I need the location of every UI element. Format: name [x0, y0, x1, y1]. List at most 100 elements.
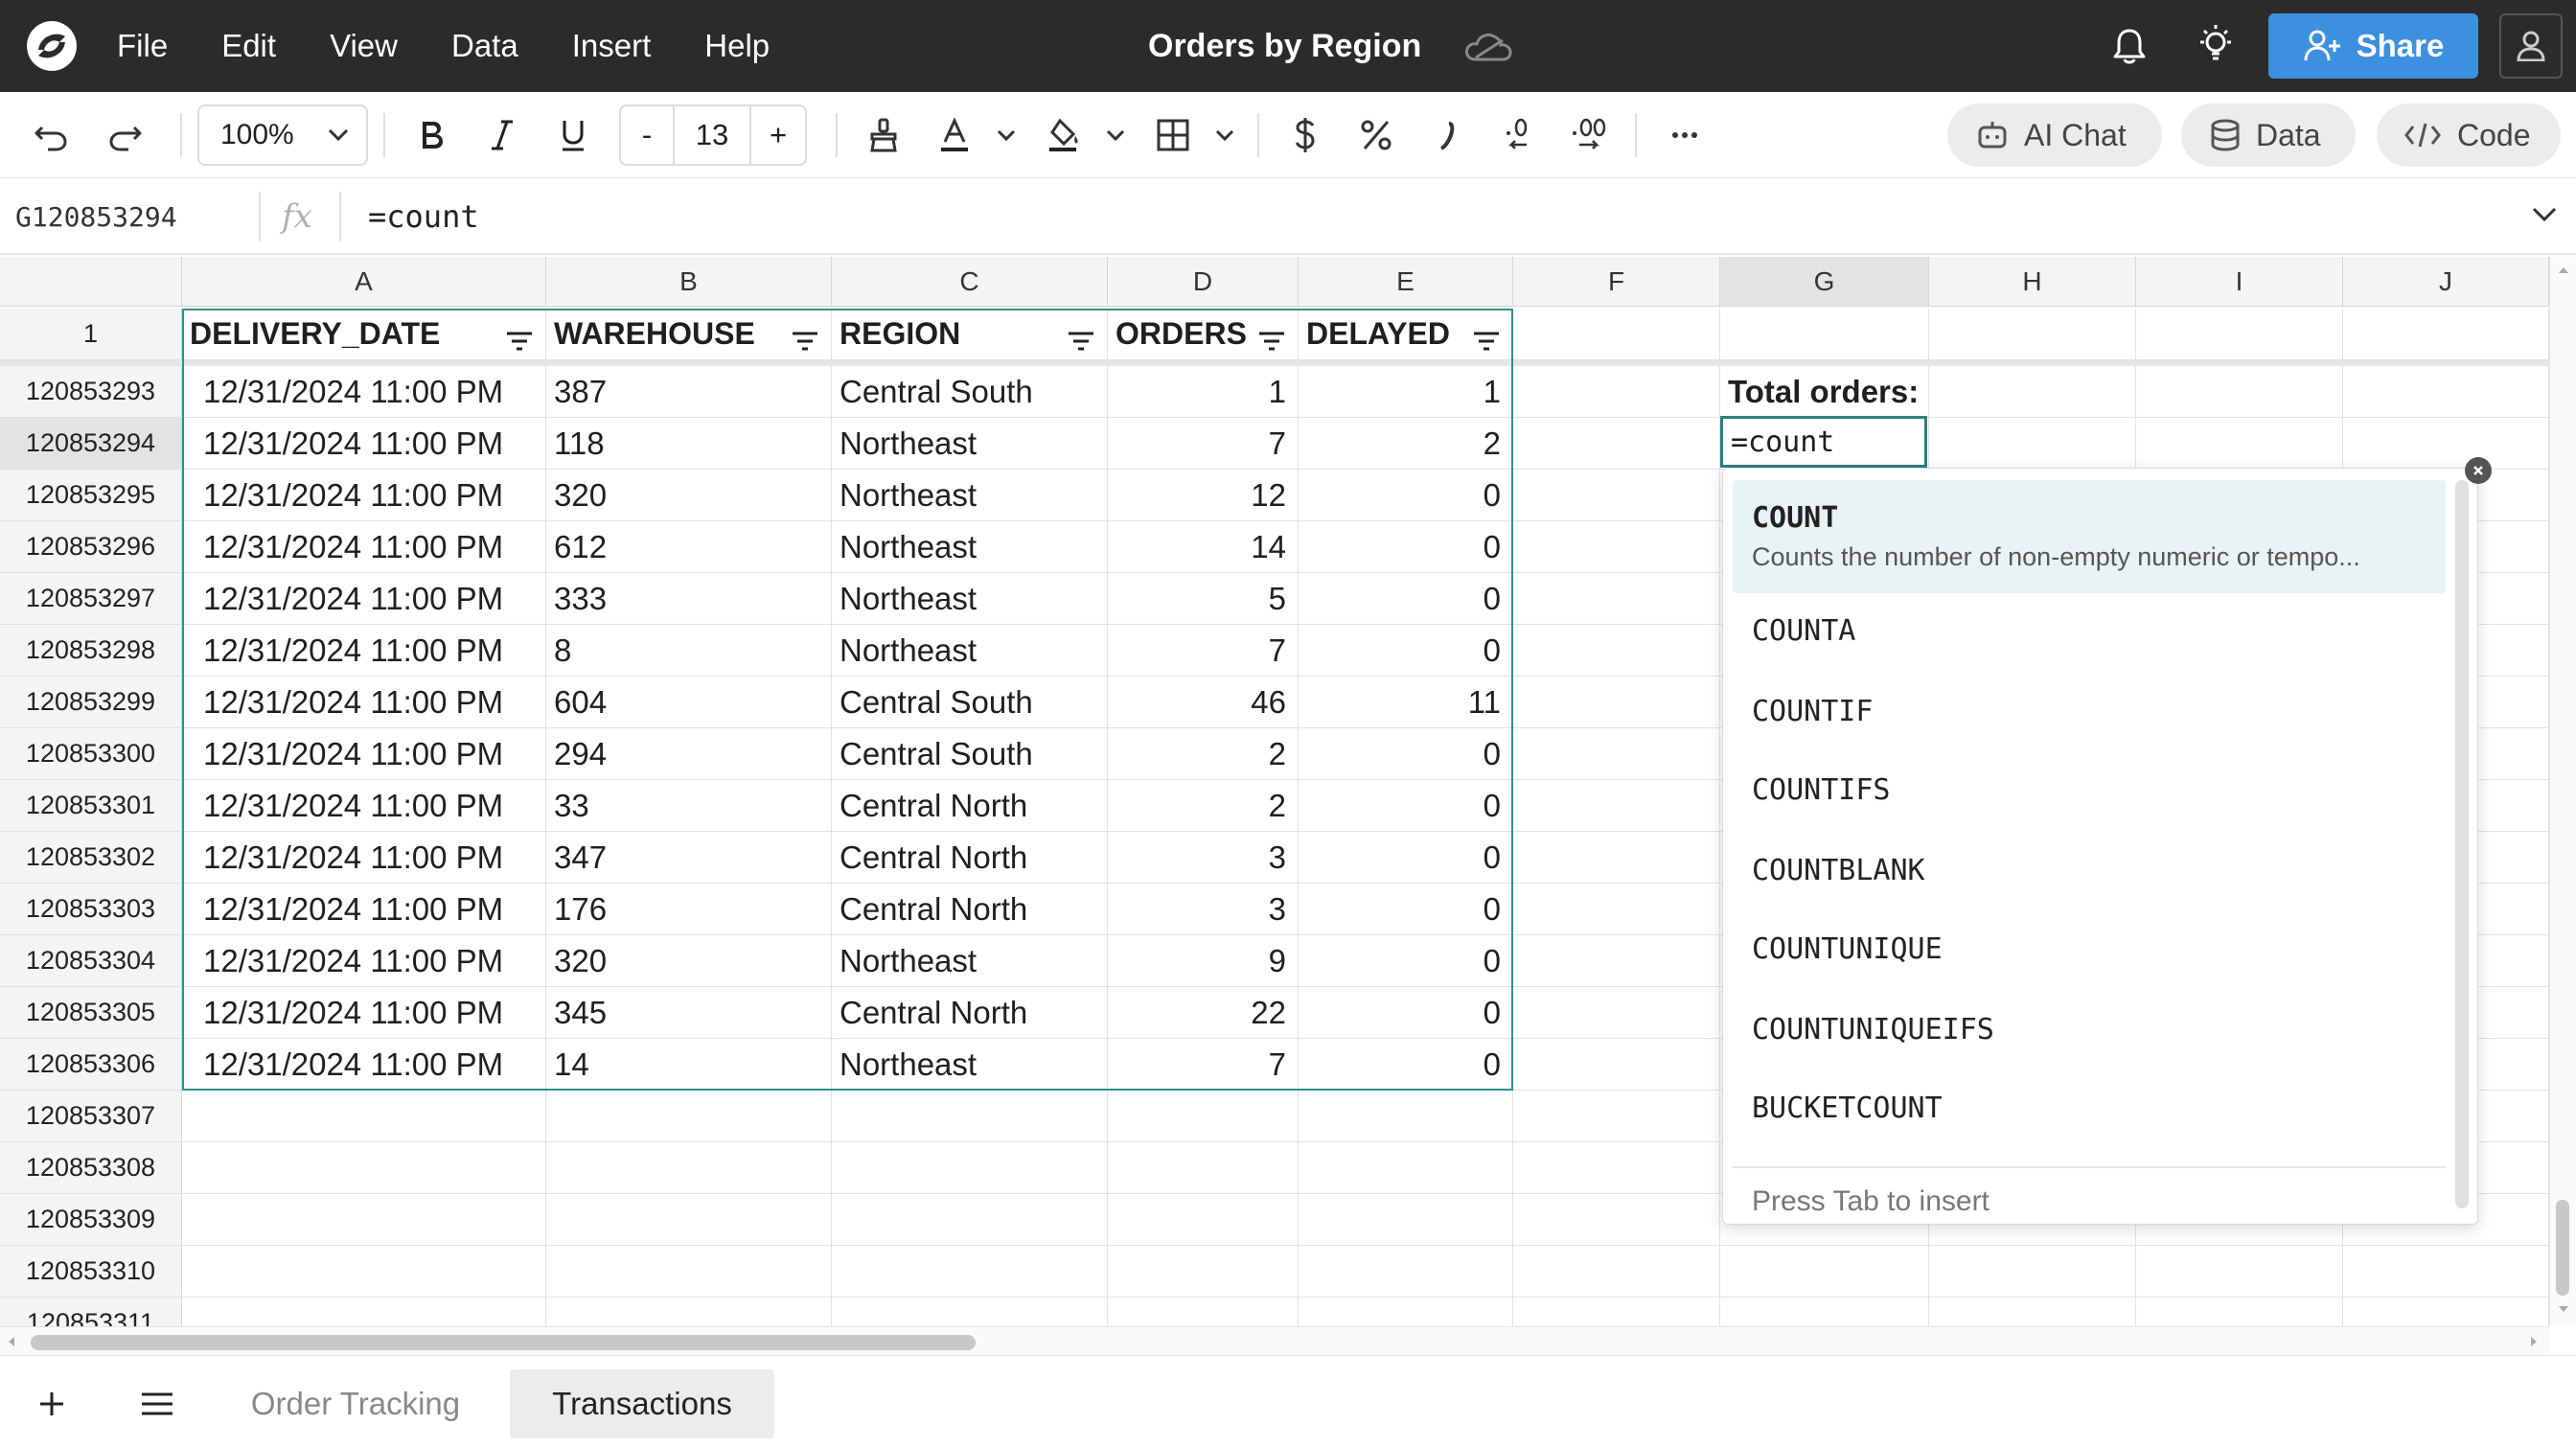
table-cell[interactable]: 12/31/2024 11:00 PM [182, 884, 546, 935]
cell[interactable] [1513, 1194, 1720, 1246]
table-cell[interactable]: 320 [546, 935, 832, 987]
borders-button[interactable] [1152, 92, 1194, 178]
menu-insert[interactable]: Insert [572, 28, 652, 64]
filter-button[interactable] [1257, 324, 1286, 359]
row-header[interactable]: 120853306 [0, 1039, 182, 1091]
cell[interactable] [1513, 1246, 1720, 1298]
cell[interactable] [1513, 728, 1720, 780]
cell[interactable] [1513, 677, 1720, 728]
row-header[interactable]: 120853301 [0, 780, 182, 832]
bold-button[interactable] [410, 92, 452, 178]
row-header[interactable]: 120853303 [0, 884, 182, 935]
cell[interactable] [1513, 780, 1720, 832]
cell[interactable] [1108, 1091, 1299, 1142]
cell[interactable] [1720, 1246, 1929, 1298]
menu-file[interactable]: File [117, 28, 168, 64]
table-cell[interactable]: 0 [1299, 573, 1513, 625]
vertical-scroll-thumb[interactable] [2556, 1200, 2569, 1296]
cell[interactable] [1513, 1142, 1720, 1194]
autocomplete-option-bucketcount[interactable]: BUCKETCOUNT [1733, 1074, 2446, 1141]
cell[interactable] [1513, 1039, 1720, 1091]
table-cell[interactable]: 0 [1299, 832, 1513, 884]
autocomplete-option-countunique[interactable]: COUNTUNIQUE [1733, 915, 2446, 982]
more-options-button[interactable] [1664, 92, 1706, 178]
cell[interactable] [1513, 987, 1720, 1039]
table-cell[interactable]: 0 [1299, 1039, 1513, 1091]
table-cell[interactable]: 12/31/2024 11:00 PM [182, 470, 546, 521]
table-cell[interactable]: 12/31/2024 11:00 PM [182, 418, 546, 470]
table-cell[interactable]: 7 [1108, 418, 1299, 470]
cell[interactable] [1929, 309, 2136, 360]
table-cell[interactable]: 320 [546, 470, 832, 521]
paint-format-button[interactable] [862, 92, 905, 178]
cell[interactable] [1929, 1246, 2136, 1298]
cell[interactable] [1513, 470, 1720, 521]
table-cell[interactable]: 3 [1108, 832, 1299, 884]
cell[interactable] [2136, 1298, 2343, 1326]
cell[interactable] [2136, 418, 2343, 470]
autocomplete-option-countblank[interactable]: COUNTBLANK [1733, 837, 2446, 904]
column-header-g[interactable]: G [1720, 257, 1929, 307]
table-cell[interactable]: 0 [1299, 884, 1513, 935]
total-orders-label[interactable]: Total orders: [1720, 366, 1929, 418]
table-cell[interactable]: 7 [1108, 625, 1299, 677]
font-size-stepper[interactable]: - 13 + [619, 104, 807, 166]
cell[interactable] [832, 1246, 1108, 1298]
fill-color-dropdown[interactable] [1102, 92, 1129, 178]
autocomplete-option-countuniqueifs[interactable]: COUNTUNIQUEIFS [1733, 996, 2446, 1063]
table-cell[interactable]: 8 [546, 625, 832, 677]
table-cell[interactable]: 12/31/2024 11:00 PM [182, 625, 546, 677]
cell[interactable] [182, 1298, 546, 1326]
all-sheets-menu-button[interactable] [134, 1369, 180, 1438]
table-cell[interactable]: 0 [1299, 780, 1513, 832]
formula-input[interactable]: =count [368, 178, 479, 255]
cell[interactable] [182, 1091, 546, 1142]
scroll-left-icon[interactable] [6, 1335, 17, 1348]
cell[interactable] [1929, 366, 2136, 418]
document-title[interactable]: Orders by Region [1148, 0, 1421, 92]
row-header[interactable]: 120853307 [0, 1091, 182, 1142]
cell[interactable] [1108, 1194, 1299, 1246]
cell[interactable] [182, 1142, 546, 1194]
cell[interactable] [1299, 1142, 1513, 1194]
table-column-header[interactable]: REGION [832, 309, 1108, 360]
column-header-h[interactable]: H [1929, 257, 2136, 307]
table-cell[interactable]: Central North [832, 884, 1108, 935]
table-cell[interactable]: 12/31/2024 11:00 PM [182, 780, 546, 832]
row-header[interactable]: 120853302 [0, 832, 182, 884]
decrease-decimal-button[interactable] [1497, 92, 1539, 178]
table-cell[interactable]: Northeast [832, 1039, 1108, 1091]
table-cell[interactable]: Northeast [832, 935, 1108, 987]
filter-button[interactable] [505, 324, 534, 359]
table-cell[interactable]: 2 [1299, 418, 1513, 470]
table-cell[interactable]: Northeast [832, 521, 1108, 573]
table-cell[interactable]: 2 [1108, 780, 1299, 832]
row-header[interactable]: 120853295 [0, 470, 182, 521]
scroll-down-icon[interactable] [2557, 1303, 2570, 1315]
theme-lightbulb-icon[interactable] [2195, 23, 2237, 67]
borders-dropdown[interactable] [1211, 92, 1238, 178]
filter-icon[interactable] [791, 331, 819, 352]
table-cell[interactable]: 612 [546, 521, 832, 573]
row-header[interactable]: 120853309 [0, 1194, 182, 1246]
filter-button[interactable] [791, 324, 819, 359]
increase-decimal-button[interactable] [1566, 92, 1612, 178]
cell[interactable] [1513, 1298, 1720, 1326]
column-header-f[interactable]: F [1513, 257, 1720, 307]
table-column-header[interactable]: WAREHOUSE [546, 309, 832, 360]
active-cell-editor[interactable]: =count [1720, 416, 1927, 468]
autocomplete-scrollbar[interactable] [2455, 480, 2469, 1208]
cell[interactable] [1108, 1298, 1299, 1326]
table-cell[interactable]: 33 [546, 780, 832, 832]
cell-reference-box[interactable]: G120853294 [15, 178, 177, 255]
table-cell[interactable]: 347 [546, 832, 832, 884]
cell[interactable] [2136, 366, 2343, 418]
cell[interactable] [1513, 935, 1720, 987]
table-cell[interactable]: 5 [1108, 573, 1299, 625]
expand-formula-chevron-icon[interactable] [2530, 205, 2559, 224]
user-account-button[interactable] [2499, 13, 2563, 79]
table-cell[interactable]: Northeast [832, 470, 1108, 521]
table-cell[interactable]: 0 [1299, 935, 1513, 987]
menu-data[interactable]: Data [451, 28, 518, 64]
table-cell[interactable]: Central South [832, 677, 1108, 728]
